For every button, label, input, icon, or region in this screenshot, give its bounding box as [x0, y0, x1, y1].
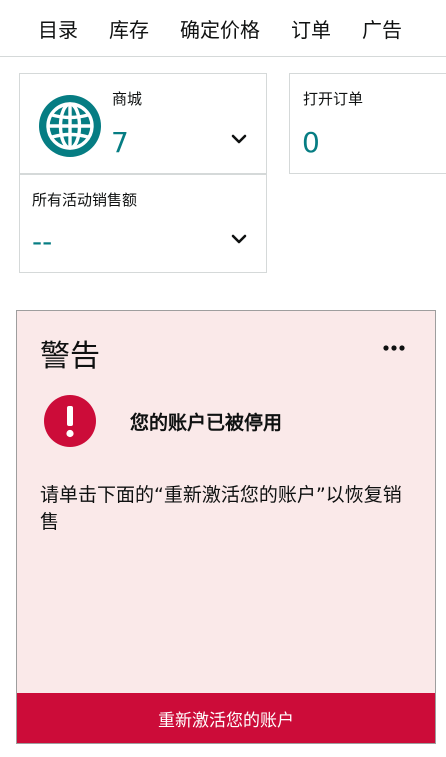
- chevron-down-icon[interactable]: [231, 233, 247, 245]
- nav-item-catalog[interactable]: 目录: [38, 14, 78, 43]
- warning-instructions: 请单击下面的“重新激活您的账户”以恢复销售: [40, 484, 402, 533]
- globe-icon: [39, 95, 101, 157]
- nav-item-pricing[interactable]: 确定价格: [180, 14, 260, 43]
- nav-item-inventory[interactable]: 库存: [109, 14, 149, 43]
- open-orders-card[interactable]: 打开订单 0: [289, 73, 446, 174]
- top-nav: 目录 库存 确定价格 订单 广告: [0, 0, 446, 57]
- chevron-down-icon[interactable]: [231, 133, 247, 145]
- account-deactivated-message: 您的账户已被停用: [130, 412, 283, 434]
- nav-item-orders[interactable]: 订单: [291, 14, 331, 43]
- sales-value: --: [32, 225, 53, 258]
- warning-panel: 警告 您的账户已被停用 请单击下面的“重新激活您的账户”以恢复销售 重新激活您的…: [16, 310, 436, 744]
- sales-label: 所有活动销售额: [32, 191, 138, 209]
- stores-count: 7: [111, 126, 129, 159]
- more-options-icon[interactable]: [383, 345, 405, 351]
- nav-item-advertising[interactable]: 广告: [362, 14, 402, 43]
- stores-label: 商城: [112, 90, 143, 108]
- sales-card[interactable]: 所有活动销售额 --: [19, 174, 267, 273]
- warning-title: 警告: [40, 339, 100, 374]
- stores-card[interactable]: 商城 7: [19, 73, 267, 174]
- open-orders-count: 0: [302, 126, 320, 159]
- error-icon: [44, 395, 96, 447]
- reactivate-account-button[interactable]: 重新激活您的账户: [17, 693, 435, 743]
- open-orders-label: 打开订单: [303, 90, 364, 108]
